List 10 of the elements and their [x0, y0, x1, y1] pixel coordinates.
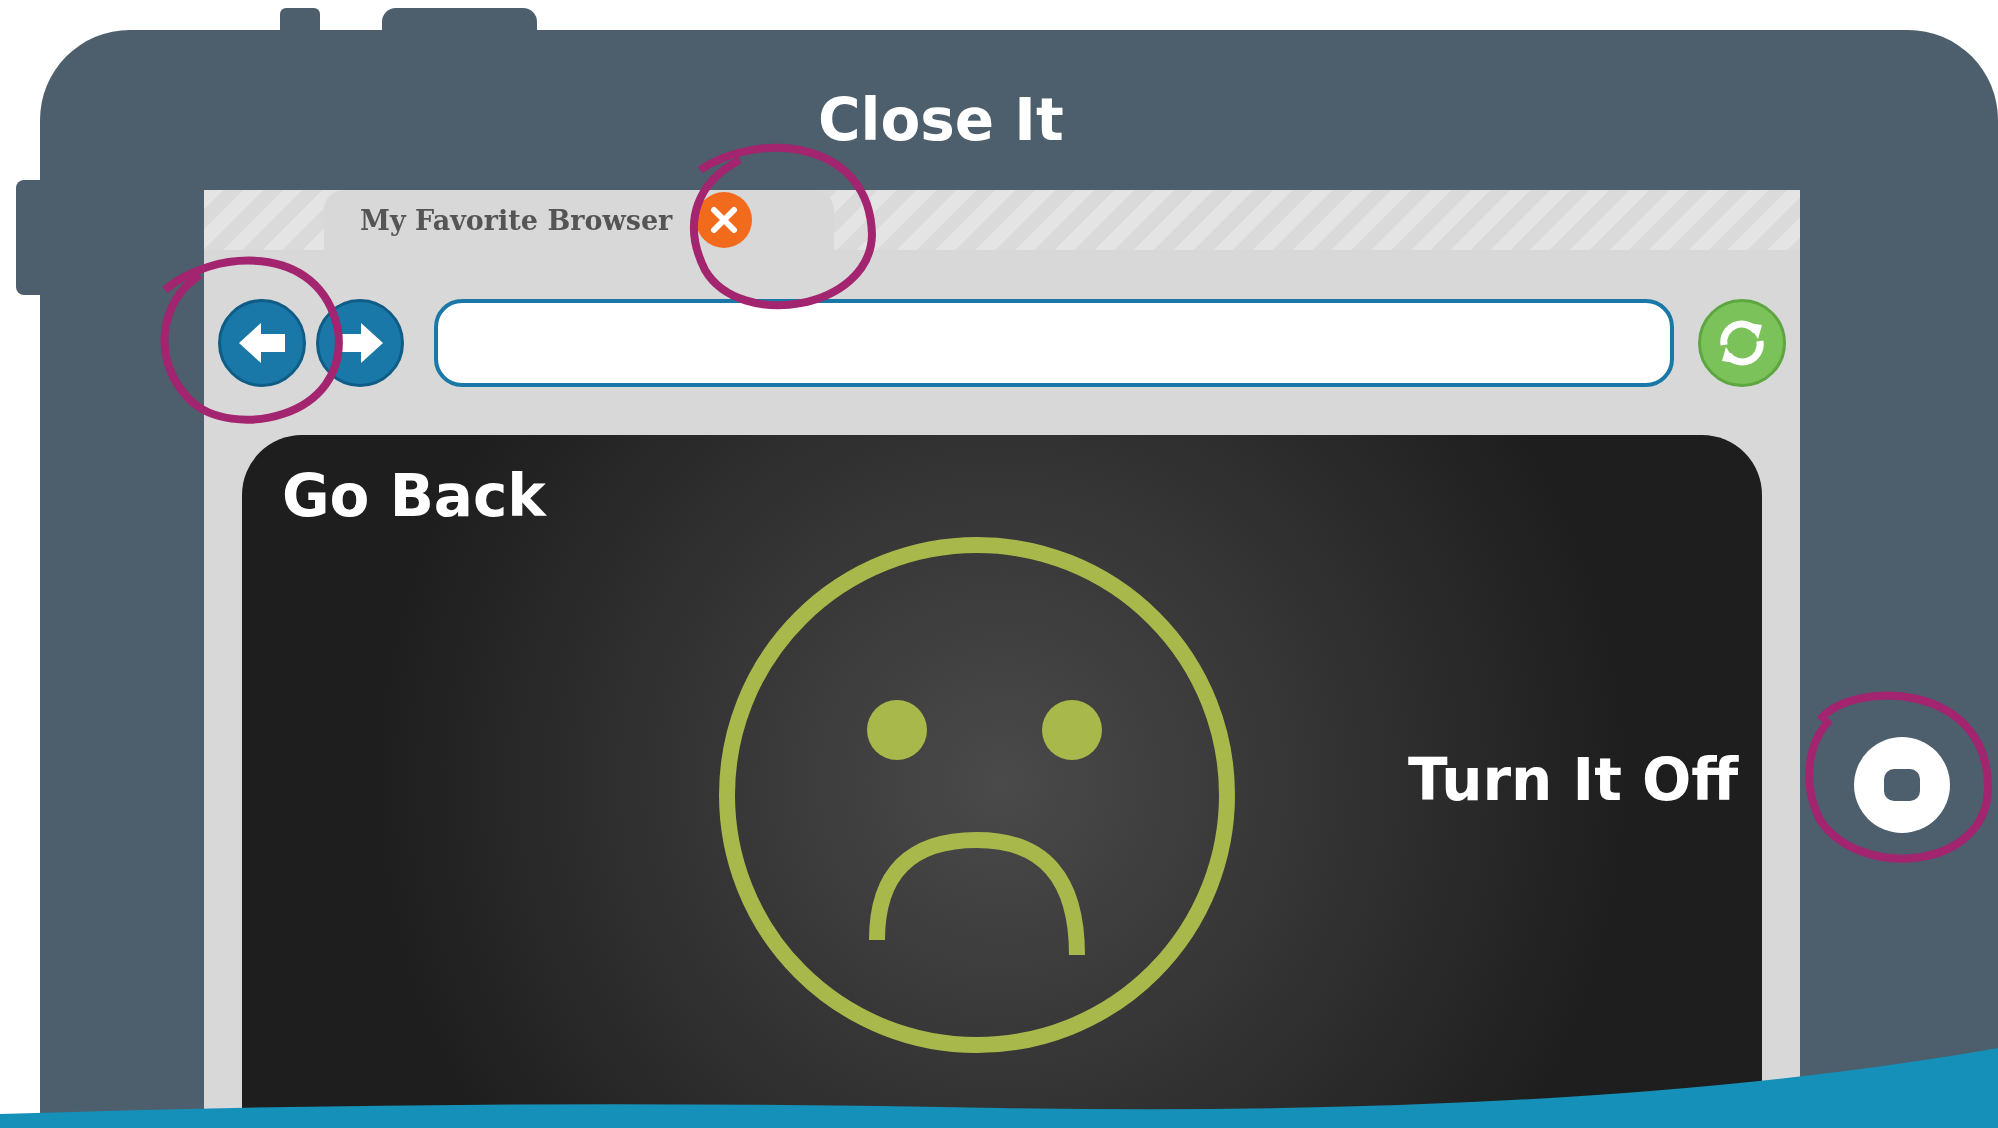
close-icon: [709, 205, 740, 235]
back-label: Go Back: [282, 462, 546, 530]
power-off-label: Turn It Off: [1408, 746, 1739, 814]
close-label: Close It: [818, 86, 1064, 154]
address-field[interactable]: [434, 298, 1674, 387]
browser-tab[interactable]: My Favorite Browser: [324, 190, 834, 250]
stop-icon: [1884, 769, 1920, 801]
tab-title: My Favorite Browser: [360, 204, 673, 236]
arrow-left-icon: [237, 320, 287, 365]
close-button[interactable]: [696, 192, 753, 248]
